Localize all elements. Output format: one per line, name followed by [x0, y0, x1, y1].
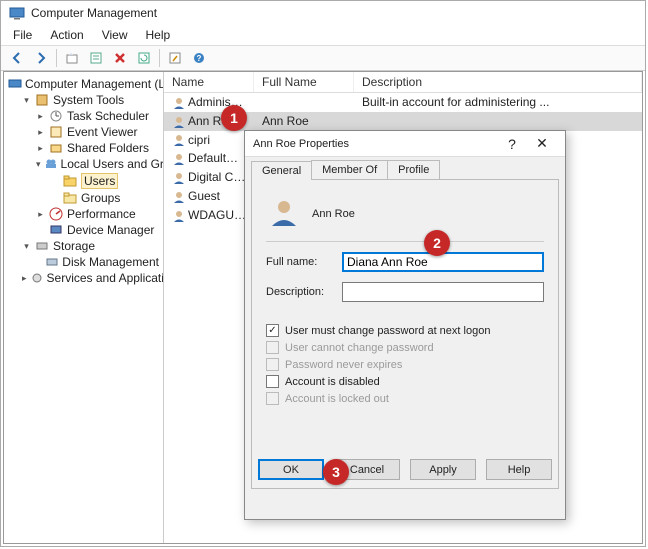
- tab-member-of[interactable]: Member Of: [311, 160, 388, 179]
- tree-event-viewer[interactable]: ▸Event Viewer: [34, 124, 161, 140]
- label-description: Description:: [266, 286, 342, 298]
- help-button[interactable]: Help: [486, 459, 552, 480]
- dialog-buttons: OK Cancel Apply Help: [252, 459, 558, 480]
- caret-right-icon[interactable]: ▸: [36, 112, 45, 121]
- callout-2: 2: [424, 230, 450, 256]
- input-fullname[interactable]: [342, 252, 544, 272]
- check-never-expires: Password never expires: [266, 358, 544, 371]
- check-account-locked: Account is locked out: [266, 392, 544, 405]
- apply-button[interactable]: Apply: [410, 459, 476, 480]
- tree-root[interactable]: Computer Management (Local): [6, 76, 161, 92]
- caret-right-icon[interactable]: ▸: [22, 274, 27, 283]
- titlebar: Computer Management: [1, 1, 645, 25]
- user-properties-dialog: Ann Roe Properties ? ✕ General Member Of…: [244, 130, 566, 520]
- tree-users[interactable]: Users: [48, 172, 161, 190]
- up-button[interactable]: [61, 47, 83, 69]
- tree-storage[interactable]: ▾Storage: [20, 238, 161, 254]
- dialog-title: Ann Roe Properties: [253, 138, 497, 150]
- menu-help[interactable]: Help: [138, 26, 179, 44]
- delete-button[interactable]: [109, 47, 131, 69]
- check-must-change[interactable]: ✓User must change password at next logon: [266, 324, 544, 337]
- ok-button[interactable]: OK: [258, 459, 324, 480]
- user-icon: [172, 133, 186, 147]
- back-button[interactable]: [6, 47, 28, 69]
- dialog-tabs: General Member Of Profile: [245, 157, 565, 179]
- callout-3: 3: [323, 459, 349, 485]
- tree-performance[interactable]: ▸Performance: [34, 206, 161, 222]
- dialog-titlebar: Ann Roe Properties ? ✕: [245, 131, 565, 157]
- tree-task-scheduler[interactable]: ▸Task Scheduler: [34, 108, 161, 124]
- caret-right-icon[interactable]: ▸: [36, 128, 45, 137]
- tree-groups[interactable]: Groups: [48, 190, 161, 206]
- user-avatar-icon: [268, 196, 300, 231]
- forward-button[interactable]: [30, 47, 52, 69]
- caret-down-icon[interactable]: ▾: [36, 160, 41, 169]
- tab-profile[interactable]: Profile: [387, 160, 440, 179]
- col-fullname[interactable]: Full Name: [254, 72, 354, 92]
- window-title: Computer Management: [31, 6, 157, 20]
- caret-down-icon[interactable]: ▾: [22, 242, 31, 251]
- col-description[interactable]: Description: [354, 72, 642, 92]
- properties-button[interactable]: [85, 47, 107, 69]
- tree-device-manager[interactable]: Device Manager: [34, 222, 161, 238]
- tree-shared-folders[interactable]: ▸Shared Folders: [34, 140, 161, 156]
- user-icon: [172, 152, 186, 166]
- dialog-help-button[interactable]: ?: [497, 136, 527, 152]
- app-icon: [9, 5, 25, 21]
- svg-text:?: ?: [197, 54, 202, 63]
- check-cannot-change: User cannot change password: [266, 341, 544, 354]
- tree-system-tools[interactable]: ▾System Tools: [20, 92, 161, 108]
- caret-down-icon[interactable]: ▾: [22, 96, 31, 105]
- toolbar: ?: [1, 45, 645, 71]
- help-button[interactable]: ?: [188, 47, 210, 69]
- check-account-disabled[interactable]: Account is disabled: [266, 375, 544, 388]
- user-icon: [172, 209, 186, 223]
- tree-services[interactable]: ▸Services and Applications: [20, 270, 161, 286]
- user-icon: [172, 190, 186, 204]
- label-fullname: Full name:: [266, 256, 342, 268]
- tree-disk-management[interactable]: Disk Management: [34, 254, 161, 270]
- callout-1: 1: [221, 105, 247, 131]
- tab-panel-general: Ann Roe Full name: Description: ✓User mu…: [251, 179, 559, 489]
- menu-action[interactable]: Action: [42, 26, 91, 44]
- nav-tree[interactable]: Computer Management (Local) ▾System Tool…: [4, 72, 164, 543]
- user-icon: [172, 115, 186, 129]
- menu-file[interactable]: File: [5, 26, 40, 44]
- caret-right-icon[interactable]: ▸: [36, 210, 45, 219]
- input-description[interactable]: [342, 282, 544, 302]
- caret-right-icon[interactable]: ▸: [36, 144, 45, 153]
- export-button[interactable]: [164, 47, 186, 69]
- col-name[interactable]: Name: [164, 72, 254, 92]
- dialog-close-button[interactable]: ✕: [527, 135, 557, 152]
- tree-local-users-groups[interactable]: ▾Local Users and Groups: [34, 156, 161, 172]
- tab-general[interactable]: General: [251, 161, 312, 180]
- user-icon: [172, 171, 186, 185]
- dialog-username: Ann Roe: [312, 208, 355, 220]
- refresh-button[interactable]: [133, 47, 155, 69]
- user-icon: [172, 96, 186, 110]
- menu-view[interactable]: View: [94, 26, 136, 44]
- menubar: File Action View Help: [1, 25, 645, 45]
- list-header: Name Full Name Description: [164, 72, 642, 93]
